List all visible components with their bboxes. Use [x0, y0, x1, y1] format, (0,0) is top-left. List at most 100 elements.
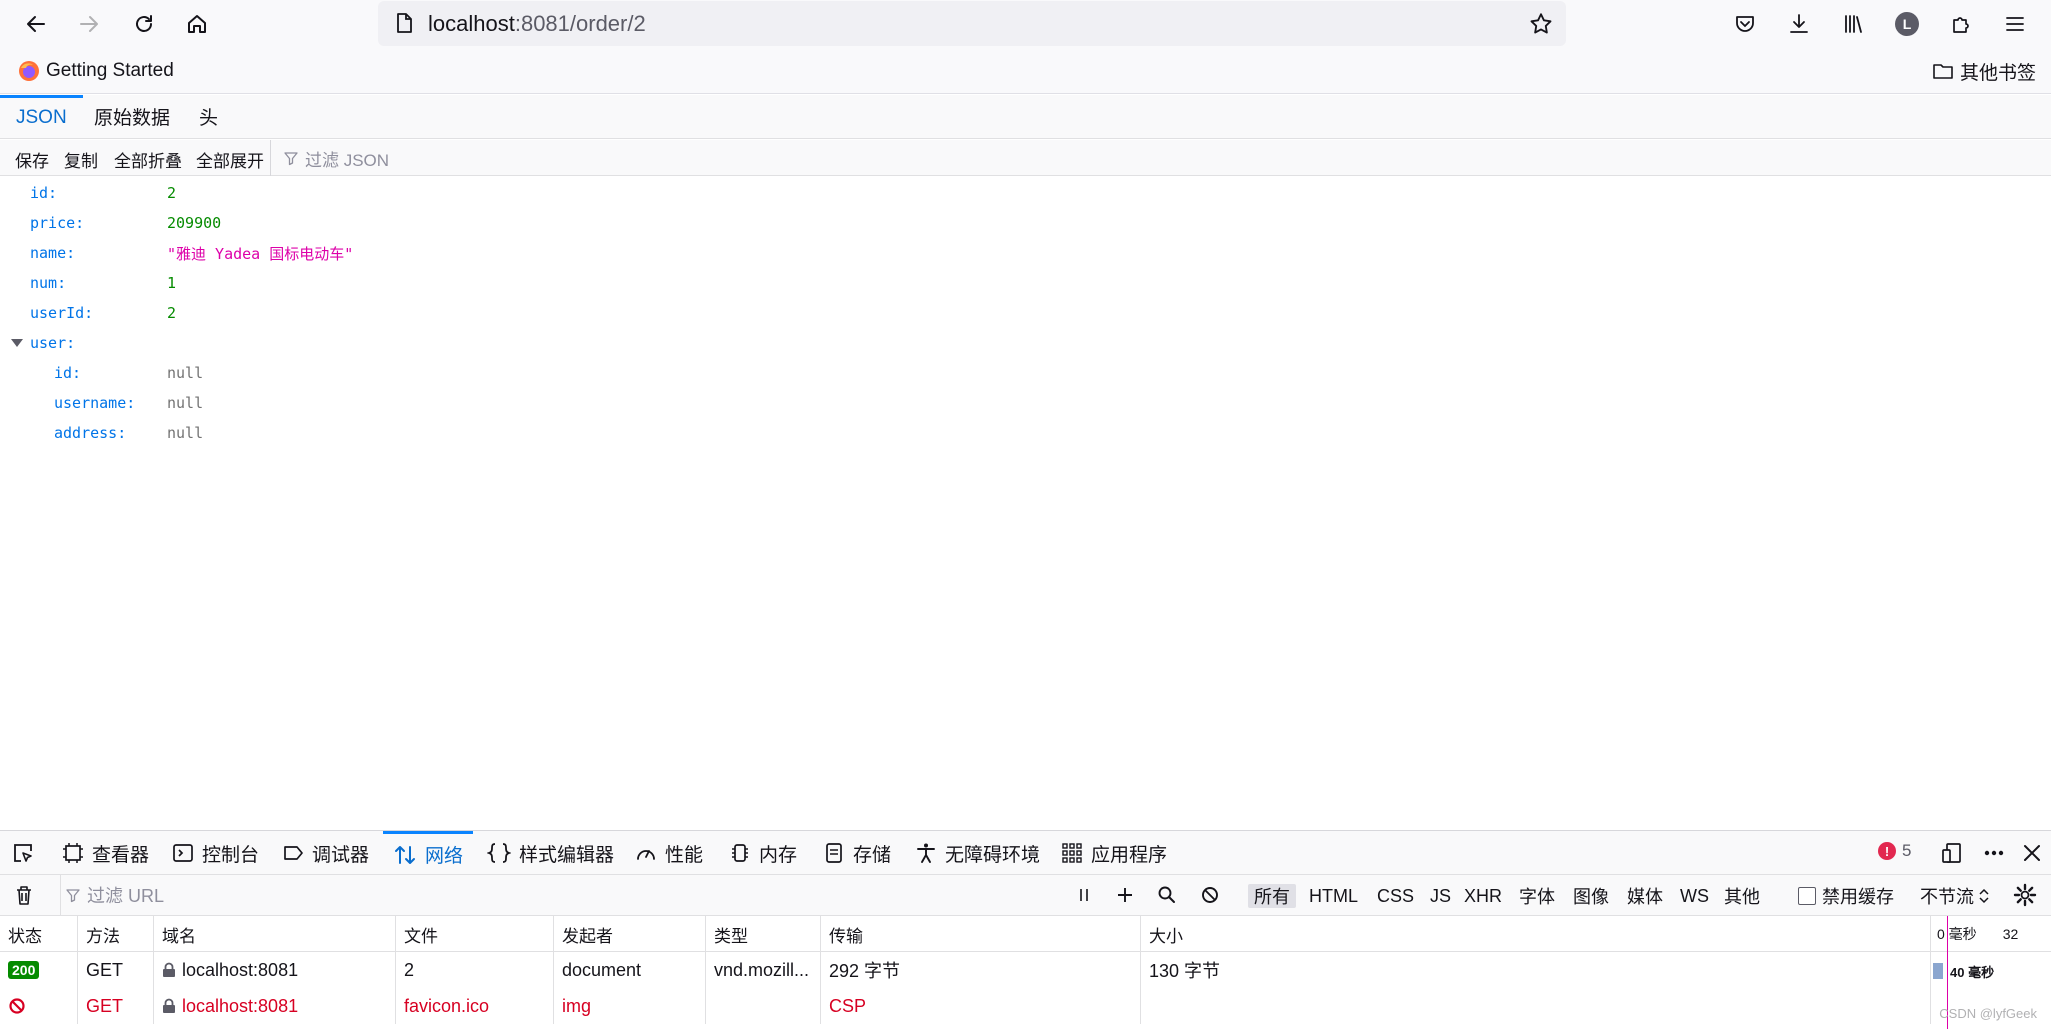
- url-bar[interactable]: localhost:8081/order/2: [378, 1, 1566, 46]
- block-button[interactable]: [1197, 882, 1223, 908]
- json-filter-input[interactable]: 过滤 JSON: [270, 140, 2050, 176]
- column-domain[interactable]: 域名: [154, 916, 396, 952]
- file-cell: 2: [396, 952, 554, 988]
- clear-requests-button[interactable]: [11, 882, 37, 908]
- filter-type-other[interactable]: 其他: [1718, 884, 1766, 908]
- request-blocking-button[interactable]: [1112, 882, 1138, 908]
- tab-storage[interactable]: 存储: [813, 831, 901, 875]
- disable-cache-label: 禁用缓存: [1822, 887, 1894, 907]
- tab-accessibility[interactable]: 无障碍环境: [905, 831, 1050, 875]
- expand-triangle-icon[interactable]: [11, 339, 23, 347]
- column-file[interactable]: 文件: [396, 916, 554, 952]
- json-key: user:: [30, 334, 76, 352]
- type-cell: [706, 988, 821, 1024]
- tab-raw-data[interactable]: 原始数据: [78, 95, 186, 138]
- url-text[interactable]: localhost:8081/order/2: [428, 11, 646, 37]
- element-picker-button[interactable]: [10, 840, 36, 866]
- filter-type-html[interactable]: HTML: [1303, 884, 1364, 908]
- library-button[interactable]: [1837, 8, 1869, 40]
- tab-network[interactable]: 网络: [383, 831, 474, 875]
- reload-button[interactable]: [128, 8, 160, 40]
- json-row[interactable]: address: null: [0, 418, 2051, 448]
- initiator-cell: img: [554, 988, 706, 1024]
- filter-type-css[interactable]: CSS: [1371, 884, 1420, 908]
- devtools-options-button[interactable]: [1981, 840, 2007, 866]
- json-row[interactable]: userId: 2: [0, 298, 2051, 328]
- type-cell: vnd.mozill...: [706, 952, 821, 988]
- back-button[interactable]: [20, 8, 52, 40]
- close-devtools-button[interactable]: [2019, 840, 2045, 866]
- other-bookmarks-folder[interactable]: 其他书签: [1932, 58, 2036, 84]
- expand-all-button[interactable]: 全部展开: [196, 147, 264, 172]
- waterfall-bar: [1933, 963, 1943, 979]
- json-row-expandable[interactable]: user:: [0, 328, 2051, 358]
- browser-toolbar: localhost:8081/order/2 L: [0, 0, 2051, 48]
- search-icon: [1158, 886, 1175, 903]
- column-initiator[interactable]: 发起者: [554, 916, 706, 952]
- size-cell: 130 字节: [1141, 952, 1931, 988]
- extensions-button[interactable]: [1945, 8, 1977, 40]
- tab-application[interactable]: 应用程序: [1051, 831, 1177, 875]
- column-transferred[interactable]: 传输: [821, 916, 1141, 952]
- table-row[interactable]: 200 GET localhost:8081 2 document vnd.mo…: [0, 952, 2051, 988]
- tab-performance[interactable]: 性能: [625, 831, 713, 875]
- filter-type-ws[interactable]: WS: [1674, 884, 1715, 908]
- filter-type-js[interactable]: JS: [1424, 884, 1457, 908]
- tab-memory[interactable]: 内存: [719, 831, 807, 875]
- json-row[interactable]: id: 2: [0, 178, 2051, 208]
- tab-style-editor[interactable]: 样式编辑器: [477, 831, 624, 875]
- downloads-button[interactable]: [1783, 8, 1815, 40]
- responsive-design-button[interactable]: [1939, 840, 1965, 866]
- table-header: 状态 方法 域名 文件 发起者 类型 传输 大小 0 毫秒 32: [0, 916, 2051, 952]
- tab-json[interactable]: JSON: [0, 95, 83, 138]
- filter-type-xhr[interactable]: XHR: [1458, 884, 1508, 908]
- plus-icon: [1118, 888, 1132, 902]
- json-value: 209900: [167, 214, 222, 232]
- json-row[interactable]: username: null: [0, 388, 2051, 418]
- checkbox-box[interactable]: [1798, 887, 1816, 905]
- filter-type-media[interactable]: 媒体: [1621, 884, 1669, 908]
- filter-type-all[interactable]: 所有: [1248, 884, 1296, 908]
- pocket-button[interactable]: [1729, 8, 1761, 40]
- url-filter-placeholder: 过滤 URL: [87, 886, 165, 906]
- column-size[interactable]: 大小: [1141, 916, 1931, 952]
- tab-headers[interactable]: 头: [183, 95, 234, 138]
- copy-button[interactable]: 复制: [64, 147, 98, 172]
- throttling-select[interactable]: 不节流: [1914, 884, 1996, 908]
- lock-icon: [163, 962, 175, 977]
- filter-type-font[interactable]: 字体: [1513, 884, 1561, 908]
- collapse-all-button[interactable]: 全部折叠: [114, 147, 182, 172]
- json-key: username:: [54, 394, 136, 412]
- home-button[interactable]: [181, 8, 213, 40]
- url-filter-input[interactable]: 过滤 URL: [60, 875, 1060, 915]
- puzzle-icon: [1953, 17, 1969, 33]
- column-timeline[interactable]: 0 毫秒 32: [1931, 916, 2051, 952]
- account-avatar[interactable]: L: [1895, 12, 1919, 36]
- network-settings-button[interactable]: [2012, 882, 2038, 908]
- tab-console[interactable]: 控制台: [162, 831, 269, 875]
- json-row[interactable]: id: null: [0, 358, 2051, 388]
- table-row[interactable]: GET localhost:8081 favicon.ico img CSP: [0, 988, 2051, 1024]
- menu-button[interactable]: [1999, 8, 2031, 40]
- tab-inspector[interactable]: 查看器: [52, 831, 159, 875]
- library-icon: [1845, 15, 1862, 33]
- tab-debugger[interactable]: 调试器: [272, 831, 379, 875]
- tab-label: 存储: [853, 844, 892, 866]
- column-type[interactable]: 类型: [706, 916, 821, 952]
- filter-icon: [66, 889, 80, 903]
- file-cell: favicon.ico: [396, 988, 554, 1024]
- filter-type-image[interactable]: 图像: [1567, 884, 1615, 908]
- pause-recording-button[interactable]: [1071, 882, 1097, 908]
- forward-button[interactable]: [73, 8, 105, 40]
- disable-cache-checkbox[interactable]: 禁用缓存: [1792, 884, 1900, 908]
- bookmark-star-icon[interactable]: [1528, 11, 1554, 37]
- save-button[interactable]: 保存: [15, 147, 49, 172]
- error-count-badge[interactable]: ! 5: [1878, 841, 1911, 861]
- search-button[interactable]: [1154, 882, 1180, 908]
- json-row[interactable]: price: 209900: [0, 208, 2051, 238]
- column-status[interactable]: 状态: [0, 916, 78, 952]
- column-method[interactable]: 方法: [78, 916, 154, 952]
- json-row[interactable]: name: "雅迪 Yadea 国标电动车": [0, 238, 2051, 268]
- bookmark-getting-started[interactable]: Getting Started: [18, 58, 174, 84]
- json-row[interactable]: num: 1: [0, 268, 2051, 298]
